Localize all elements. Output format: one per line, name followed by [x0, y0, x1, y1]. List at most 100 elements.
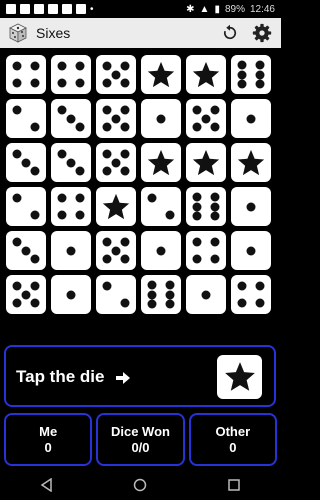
- arrow-right-icon: [116, 371, 131, 384]
- pip: [30, 254, 40, 264]
- die-r3-c3[interactable]: [96, 143, 136, 182]
- pip: [246, 246, 256, 255]
- back-button[interactable]: [35, 473, 59, 497]
- signal-icon: ▲: [199, 3, 210, 15]
- bluetooth-icon: ✱: [186, 3, 195, 15]
- pip: [147, 193, 157, 203]
- gear-icon: [252, 23, 272, 43]
- die-r4-c1[interactable]: [6, 187, 46, 226]
- youtube-icon: [76, 4, 86, 14]
- star-icon: [147, 61, 175, 87]
- dice-grid: [6, 55, 275, 317]
- pip: [147, 299, 157, 309]
- die-r6-c1[interactable]: [6, 275, 46, 314]
- star-icon: [192, 149, 220, 175]
- pip: [12, 61, 22, 71]
- die-r5-c1[interactable]: [6, 231, 46, 270]
- pip: [75, 193, 85, 203]
- die-r6-c6[interactable]: [231, 275, 271, 314]
- pip: [255, 298, 265, 308]
- pip: [192, 122, 202, 132]
- die-r6-c5[interactable]: [186, 275, 226, 314]
- pip: [21, 158, 31, 167]
- star-icon: [192, 61, 220, 87]
- home-button[interactable]: [128, 473, 152, 497]
- prompt-label: Tap the die: [16, 367, 105, 386]
- flipboard-icon: [48, 4, 58, 14]
- pip: [165, 290, 175, 299]
- pip: [147, 280, 157, 290]
- die-r1-c5[interactable]: [186, 55, 226, 94]
- die-r2-c5[interactable]: [186, 99, 226, 138]
- die-r1-c6[interactable]: [231, 55, 271, 94]
- settings-button[interactable]: [249, 20, 275, 46]
- die-r6-c2[interactable]: [51, 275, 91, 314]
- pip: [111, 246, 121, 255]
- die-r2-c2[interactable]: [51, 99, 91, 138]
- pip: [75, 122, 85, 132]
- die-r1-c2[interactable]: [51, 55, 91, 94]
- target-die: [217, 355, 262, 399]
- clock: 12:46: [249, 3, 275, 15]
- pip: [12, 237, 22, 247]
- gmail-icon: [34, 4, 44, 14]
- die-r5-c2[interactable]: [51, 231, 91, 270]
- die-r1-c1[interactable]: [6, 55, 46, 94]
- die-r4-c6[interactable]: [231, 187, 271, 226]
- die-r3-c6[interactable]: [231, 143, 271, 182]
- pip: [210, 254, 220, 264]
- pip: [255, 281, 265, 291]
- die-r6-c4[interactable]: [141, 275, 181, 314]
- die-r2-c4[interactable]: [141, 99, 181, 138]
- die-r2-c1[interactable]: [6, 99, 46, 138]
- pip: [12, 298, 22, 308]
- pip: [192, 192, 202, 202]
- die-r1-c4[interactable]: [141, 55, 181, 94]
- battery-percent: 89%: [224, 3, 245, 15]
- die-r1-c3[interactable]: [96, 55, 136, 94]
- linkedin-icon: [6, 4, 16, 14]
- die-r4-c2[interactable]: [51, 187, 91, 226]
- pip: [237, 281, 247, 291]
- pip: [57, 193, 67, 203]
- pip: [210, 192, 220, 202]
- pip: [75, 61, 85, 71]
- pip: [237, 70, 247, 79]
- back-icon: [40, 478, 52, 492]
- die-r5-c3[interactable]: [96, 231, 136, 270]
- pip: [201, 290, 211, 299]
- pip: [102, 237, 112, 247]
- die-r6-c3[interactable]: [96, 275, 136, 314]
- pip: [30, 210, 40, 220]
- pip: [102, 254, 112, 264]
- die-r3-c2[interactable]: [51, 143, 91, 182]
- pip: [210, 105, 220, 115]
- pip: [192, 254, 202, 264]
- score-label: Other: [215, 423, 251, 439]
- die-r2-c3[interactable]: [96, 99, 136, 138]
- die-r2-c6[interactable]: [231, 99, 271, 138]
- recents-button[interactable]: [222, 473, 246, 497]
- die-r5-c6[interactable]: [231, 231, 271, 270]
- die-r5-c4[interactable]: [141, 231, 181, 270]
- pip: [57, 149, 67, 159]
- pip: [192, 202, 202, 211]
- die-r3-c5[interactable]: [186, 143, 226, 182]
- pip: [147, 290, 157, 299]
- refresh-button[interactable]: [217, 20, 243, 46]
- pip: [75, 210, 85, 220]
- die-r4-c4[interactable]: [141, 187, 181, 226]
- die-r4-c5[interactable]: [186, 187, 226, 226]
- pip: [12, 149, 22, 159]
- pip: [21, 290, 31, 299]
- die-r5-c5[interactable]: [186, 231, 226, 270]
- pip: [165, 210, 175, 220]
- refresh-icon: [223, 24, 237, 40]
- pip: [120, 122, 130, 132]
- pip: [120, 149, 130, 159]
- die-r3-c4[interactable]: [141, 143, 181, 182]
- die-r3-c1[interactable]: [6, 143, 46, 182]
- score-dice-won: Dice Won 0/0: [96, 413, 185, 466]
- pip: [30, 166, 40, 176]
- die-r4-c3[interactable]: [96, 187, 136, 226]
